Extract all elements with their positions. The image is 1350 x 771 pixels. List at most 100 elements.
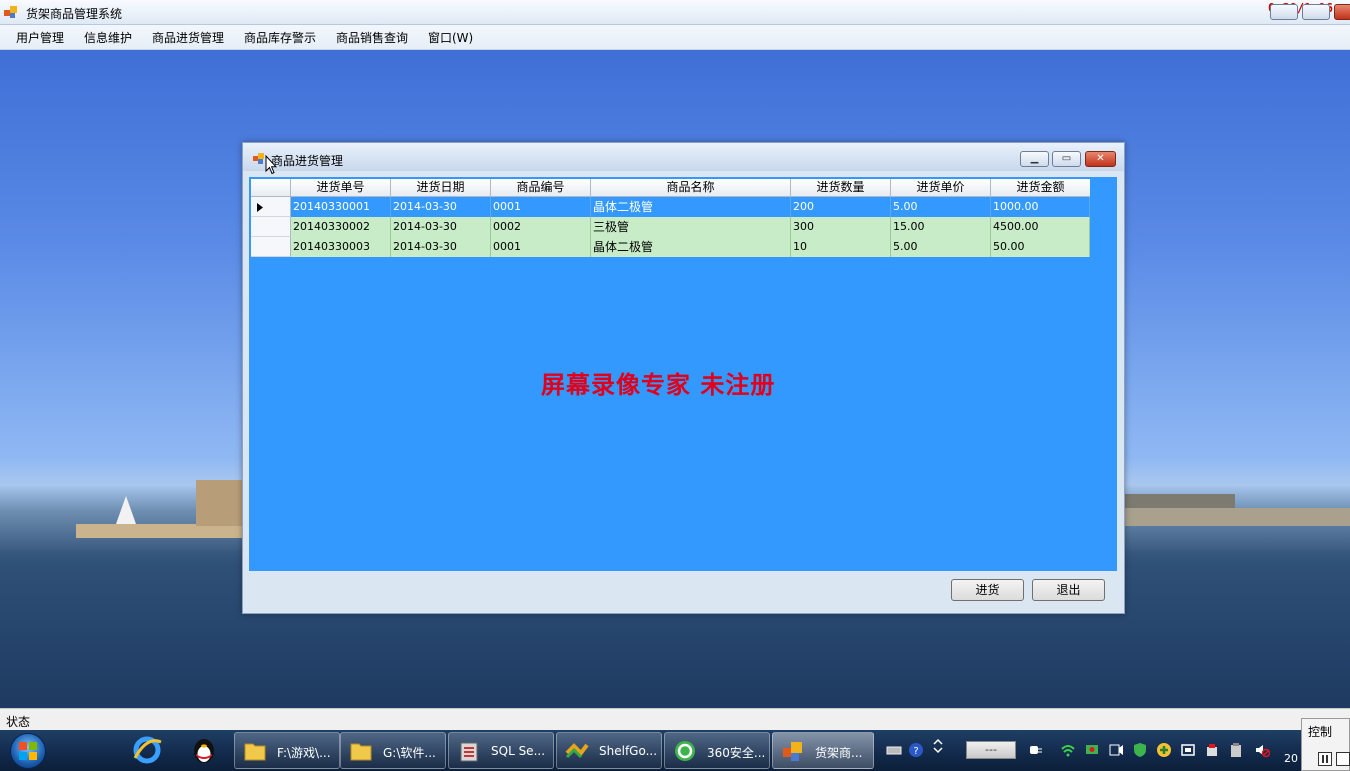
menu-bar: 用户管理 信息维护 商品进货管理 商品库存警示 商品销售查询 窗口(W) <box>0 25 1350 50</box>
grid-corner-header <box>251 179 291 197</box>
col-header-unit-price[interactable]: 进货单价 <box>891 179 991 197</box>
recorder-watermark: 屏幕录像专家 未注册 <box>541 370 776 399</box>
network-monitor-icon[interactable] <box>1084 742 1100 758</box>
child-window-title: 商品进货管理 <box>271 154 344 168</box>
col-header-product-name[interactable]: 商品名称 <box>591 179 791 197</box>
menu-stock-alert[interactable]: 商品库存警示 <box>242 29 318 46</box>
cell-amount[interactable]: 4500.00 <box>991 217 1090 237</box>
cell-quantity[interactable]: 300 <box>791 217 891 237</box>
menu-window[interactable]: 窗口(W) <box>426 29 475 46</box>
ime-options-icon[interactable] <box>930 738 946 754</box>
sql-server-icon <box>460 742 478 762</box>
task-explorer-software[interactable]: G:\软件... <box>340 732 446 769</box>
col-header-order-no[interactable]: 进货单号 <box>291 179 391 197</box>
row-selector-arrow-icon <box>257 203 263 212</box>
control-label: 控制 <box>1308 725 1333 739</box>
start-button[interactable] <box>10 733 46 769</box>
purchase-button[interactable]: 进货 <box>951 579 1024 601</box>
cell-unit-price[interactable]: 5.00 <box>891 237 991 257</box>
task-label: SQL Se... <box>491 744 546 758</box>
main-minimize-button[interactable] <box>1270 4 1298 20</box>
harbor-bridge <box>1125 508 1350 526</box>
svg-text:?: ? <box>913 746 918 757</box>
table-row[interactable]: 20140330003 2014-03-30 0001 晶体二极管 10 5.0… <box>291 237 1090 257</box>
row-header[interactable] <box>251 217 291 237</box>
360-plus-icon[interactable] <box>1156 742 1172 758</box>
mdi-background: 商品进货管理 ▁ ▭ ✕ 进货单号 进货日期 商品编号 商品名称 进货数量 进货… <box>0 50 1350 708</box>
cell-amount[interactable]: 50.00 <box>991 237 1090 257</box>
menu-info-maintenance[interactable]: 信息维护 <box>82 29 134 46</box>
table-row[interactable]: 20140330001 2014-03-30 0001 晶体二极管 200 5.… <box>291 197 1090 217</box>
harbor-building <box>196 480 242 526</box>
cell-product-name[interactable]: 晶体二极管 <box>591 197 791 217</box>
cell-product-name[interactable]: 晶体二极管 <box>591 237 791 257</box>
main-title-bar: 货架商品管理系统 0:38/1:16 <box>0 0 1350 25</box>
cell-product-code[interactable]: 0001 <box>491 197 591 217</box>
battery-indicator[interactable]: --- <box>966 741 1016 759</box>
cell-date[interactable]: 2014-03-30 <box>391 197 491 217</box>
table-row[interactable]: 20140330002 2014-03-30 0002 三极管 300 15.0… <box>291 217 1090 237</box>
cell-date[interactable]: 2014-03-30 <box>391 237 491 257</box>
pause-button[interactable] <box>1318 752 1332 766</box>
cell-quantity[interactable]: 200 <box>791 197 891 217</box>
volume-muted-icon[interactable] <box>1254 742 1270 758</box>
cell-order-no[interactable]: 20140330001 <box>291 197 391 217</box>
folder-icon <box>350 743 372 761</box>
internet-explorer-icon[interactable] <box>131 734 163 766</box>
menu-user-management[interactable]: 用户管理 <box>14 29 66 46</box>
cell-unit-price[interactable]: 15.00 <box>891 217 991 237</box>
exit-button[interactable]: 退出 <box>1032 579 1105 601</box>
opera-house-sail <box>116 496 136 524</box>
wifi-icon[interactable] <box>1060 742 1076 758</box>
window-icon[interactable] <box>1180 742 1196 758</box>
stop-button[interactable] <box>1336 752 1350 766</box>
row-header-selected[interactable] <box>251 197 291 217</box>
media-icon[interactable] <box>1108 742 1124 758</box>
cell-order-no[interactable]: 20140330003 <box>291 237 391 257</box>
child-minimize-button[interactable]: ▁ <box>1020 151 1049 167</box>
clipboard-icon[interactable] <box>1228 742 1244 758</box>
main-restore-button[interactable] <box>1302 4 1330 20</box>
task-label: F:\游戏\... <box>277 746 331 760</box>
menu-sales-query[interactable]: 商品销售查询 <box>334 29 410 46</box>
help-icon[interactable]: ? <box>908 742 924 758</box>
mouse-cursor-icon <box>265 155 277 175</box>
power-plug-icon[interactable] <box>1026 742 1042 758</box>
cell-product-code[interactable]: 0002 <box>491 217 591 237</box>
cell-order-no[interactable]: 20140330002 <box>291 217 391 237</box>
child-title-bar: 商品进货管理 ▁ ▭ ✕ <box>243 143 1124 175</box>
app-icon <box>783 742 802 761</box>
menu-purchase-management[interactable]: 商品进货管理 <box>150 29 226 46</box>
keyboard-icon[interactable] <box>886 742 902 758</box>
recorder-control-panel[interactable]: 控制 <box>1301 718 1350 771</box>
child-maximize-button[interactable]: ▭ <box>1052 151 1081 167</box>
grid-empty-area <box>1090 179 1117 571</box>
cell-product-name[interactable]: 三极管 <box>591 217 791 237</box>
purchase-data-grid[interactable]: 进货单号 进货日期 商品编号 商品名称 进货数量 进货单价 进货金额 20140… <box>249 177 1117 571</box>
folder-icon <box>244 743 266 761</box>
usb-icon[interactable] <box>1204 742 1220 758</box>
status-label: 状态 <box>6 715 31 729</box>
cell-unit-price[interactable]: 5.00 <box>891 197 991 217</box>
task-explorer-games[interactable]: F:\游戏\... <box>234 732 340 769</box>
harbor-shore <box>1125 494 1235 508</box>
col-header-date[interactable]: 进货日期 <box>391 179 491 197</box>
row-header[interactable] <box>251 237 291 257</box>
main-close-button[interactable] <box>1334 4 1350 20</box>
cell-amount[interactable]: 1000.00 <box>991 197 1090 217</box>
cell-product-code[interactable]: 0001 <box>491 237 591 257</box>
child-close-button[interactable]: ✕ <box>1085 151 1116 167</box>
task-shelfgo[interactable]: ShelfGo... <box>556 732 662 769</box>
task-sql-server[interactable]: SQL Se... <box>448 732 554 769</box>
cell-quantity[interactable]: 10 <box>791 237 891 257</box>
col-header-amount[interactable]: 进货金额 <box>991 179 1091 197</box>
task-label: 货架商... <box>815 746 863 760</box>
qq-penguin-icon[interactable] <box>188 734 220 766</box>
clock-partial: 20 <box>1284 752 1298 765</box>
task-shelf-manager[interactable]: 货架商... <box>772 732 874 769</box>
cell-date[interactable]: 2014-03-30 <box>391 217 491 237</box>
col-header-product-code[interactable]: 商品编号 <box>491 179 591 197</box>
task-360-security[interactable]: 360安全... <box>664 732 770 769</box>
shield-icon[interactable] <box>1132 742 1148 758</box>
col-header-quantity[interactable]: 进货数量 <box>791 179 891 197</box>
